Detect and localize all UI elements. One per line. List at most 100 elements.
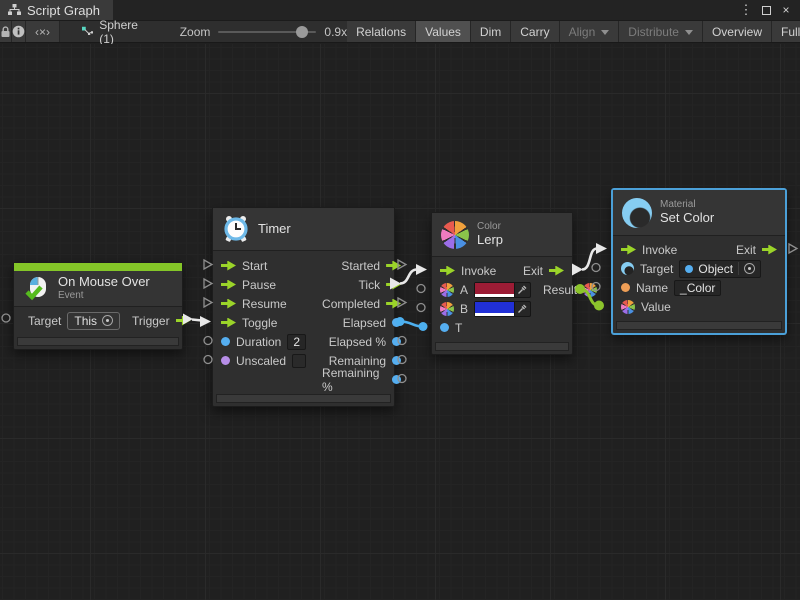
t-value-port[interactable]	[440, 323, 449, 332]
carry-button[interactable]: Carry	[511, 21, 559, 42]
tab-script-graph[interactable]: Script Graph	[0, 0, 113, 20]
exit-label: Exit	[736, 243, 756, 257]
align-dropdown[interactable]: Align	[560, 21, 620, 42]
result-label: Result	[543, 283, 577, 297]
result-color-port[interactable]	[583, 283, 597, 297]
start-label: Start	[242, 259, 267, 273]
info-icon	[12, 25, 25, 38]
distribute-label: Distribute	[628, 25, 679, 39]
zoom-slider[interactable]	[218, 31, 316, 33]
color-b-field[interactable]	[474, 301, 531, 317]
started-label: Started	[341, 259, 380, 273]
target-object-value: Object	[698, 262, 733, 276]
object-icon	[685, 265, 693, 273]
graph-icon	[8, 4, 21, 16]
relations-button[interactable]: Relations	[347, 21, 416, 42]
chevron-down-icon	[685, 30, 693, 35]
elapsed-pct-value-port[interactable]	[392, 337, 401, 346]
node-title: Lerp	[477, 233, 503, 248]
node-timer[interactable]: Timer Start Pause Resume Toggle Duration…	[212, 207, 395, 407]
b-label: B	[460, 302, 468, 316]
node-footer	[616, 321, 782, 330]
lock-button[interactable]	[0, 21, 12, 42]
fullscreen-button[interactable]: Full Scre	[772, 21, 800, 42]
elapsed-value-port[interactable]	[392, 318, 401, 327]
resume-label: Resume	[242, 297, 287, 311]
unscaled-bool-port[interactable]	[221, 356, 230, 365]
code-preview-button[interactable]: ‹×›	[26, 21, 60, 42]
elapsed-pct-label: Elapsed %	[329, 335, 386, 349]
node-footer	[216, 394, 391, 403]
exit-flow-port[interactable]	[549, 266, 564, 276]
target-object-field[interactable]: Object	[679, 260, 761, 278]
node-header[interactable]: Material Set Color	[613, 190, 785, 236]
resume-flow-port[interactable]	[221, 299, 236, 309]
unscaled-checkbox[interactable]	[292, 354, 306, 368]
distribute-dropdown[interactable]: Distribute	[619, 21, 703, 42]
window-menu-icon[interactable]: ⋮	[738, 2, 754, 18]
object-picker-icon[interactable]	[102, 315, 113, 326]
tick-flow-port[interactable]	[386, 280, 401, 290]
node-on-mouse-over[interactable]: On Mouse Over Event Target This Trigger	[13, 262, 183, 350]
target-this-value: This	[74, 314, 97, 328]
node-header[interactable]: Color Lerp	[432, 213, 572, 257]
target-this-field[interactable]: This	[67, 312, 120, 330]
remaining-pct-value-port[interactable]	[392, 375, 401, 384]
graph-pointer-icon	[82, 25, 93, 39]
duration-input[interactable]: 2	[287, 334, 306, 350]
b-color-port[interactable]	[440, 302, 454, 316]
pause-flow-port[interactable]	[221, 280, 236, 290]
object-picker-icon[interactable]	[744, 263, 755, 274]
exit-flow-port[interactable]	[762, 245, 777, 255]
node-set-color[interactable]: Material Set Color Invoke Exit Target Ob…	[612, 189, 786, 334]
invoke-label: Invoke	[642, 243, 677, 257]
values-button[interactable]: Values	[416, 21, 471, 42]
zoom-value: 0.9x	[324, 25, 347, 39]
exit-label: Exit	[523, 264, 543, 278]
zoom-slider-handle[interactable]	[296, 26, 308, 38]
target-label: Target	[640, 262, 673, 276]
node-header[interactable]: On Mouse Over Event	[14, 271, 182, 307]
eyedropper-icon[interactable]	[515, 302, 530, 316]
toggle-label: Toggle	[242, 316, 277, 330]
value-color-port[interactable]	[621, 300, 635, 314]
node-title: On Mouse Over	[58, 275, 150, 290]
color-a-swatch[interactable]	[475, 283, 515, 297]
started-flow-port[interactable]	[386, 261, 401, 271]
invoke-flow-port[interactable]	[440, 266, 455, 276]
remaining-pct-label: Remaining %	[322, 366, 386, 394]
selection-context[interactable]: Sphere (1)	[72, 21, 152, 42]
name-string-port[interactable]	[621, 283, 630, 292]
a-label: A	[460, 283, 468, 297]
color-b-swatch[interactable]	[475, 302, 515, 316]
value-label: Value	[641, 300, 671, 314]
name-input[interactable]: _Color	[674, 280, 721, 296]
maximize-icon[interactable]	[758, 2, 774, 18]
node-title: Set Color	[660, 211, 714, 226]
a-color-port[interactable]	[440, 283, 454, 297]
completed-flow-port[interactable]	[386, 299, 401, 309]
trigger-port-label: Trigger	[132, 314, 170, 328]
node-header[interactable]: Timer	[213, 208, 394, 251]
mouse-event-icon	[23, 276, 50, 302]
remaining-value-port[interactable]	[392, 356, 401, 365]
start-flow-port[interactable]	[221, 261, 236, 271]
zoom-label: Zoom	[180, 25, 211, 39]
target-material-port[interactable]	[621, 262, 634, 275]
color-a-field[interactable]	[474, 282, 531, 298]
eyedropper-icon[interactable]	[515, 283, 530, 297]
toggle-flow-port[interactable]	[221, 318, 236, 328]
info-button[interactable]	[12, 21, 26, 42]
duration-value-port[interactable]	[221, 337, 230, 346]
dim-button[interactable]: Dim	[471, 21, 511, 42]
unscaled-label: Unscaled	[236, 354, 286, 368]
overview-button[interactable]: Overview	[703, 21, 772, 42]
invoke-flow-port[interactable]	[621, 245, 636, 255]
tab-title: Script Graph	[27, 3, 100, 18]
t-label: T	[455, 321, 462, 335]
selection-label: Sphere (1)	[99, 18, 141, 46]
node-color-lerp[interactable]: Color Lerp Invoke Exit A Result	[431, 212, 573, 355]
lock-icon	[0, 26, 11, 38]
close-icon[interactable]: ×	[778, 2, 794, 18]
event-accent-bar	[14, 263, 182, 271]
